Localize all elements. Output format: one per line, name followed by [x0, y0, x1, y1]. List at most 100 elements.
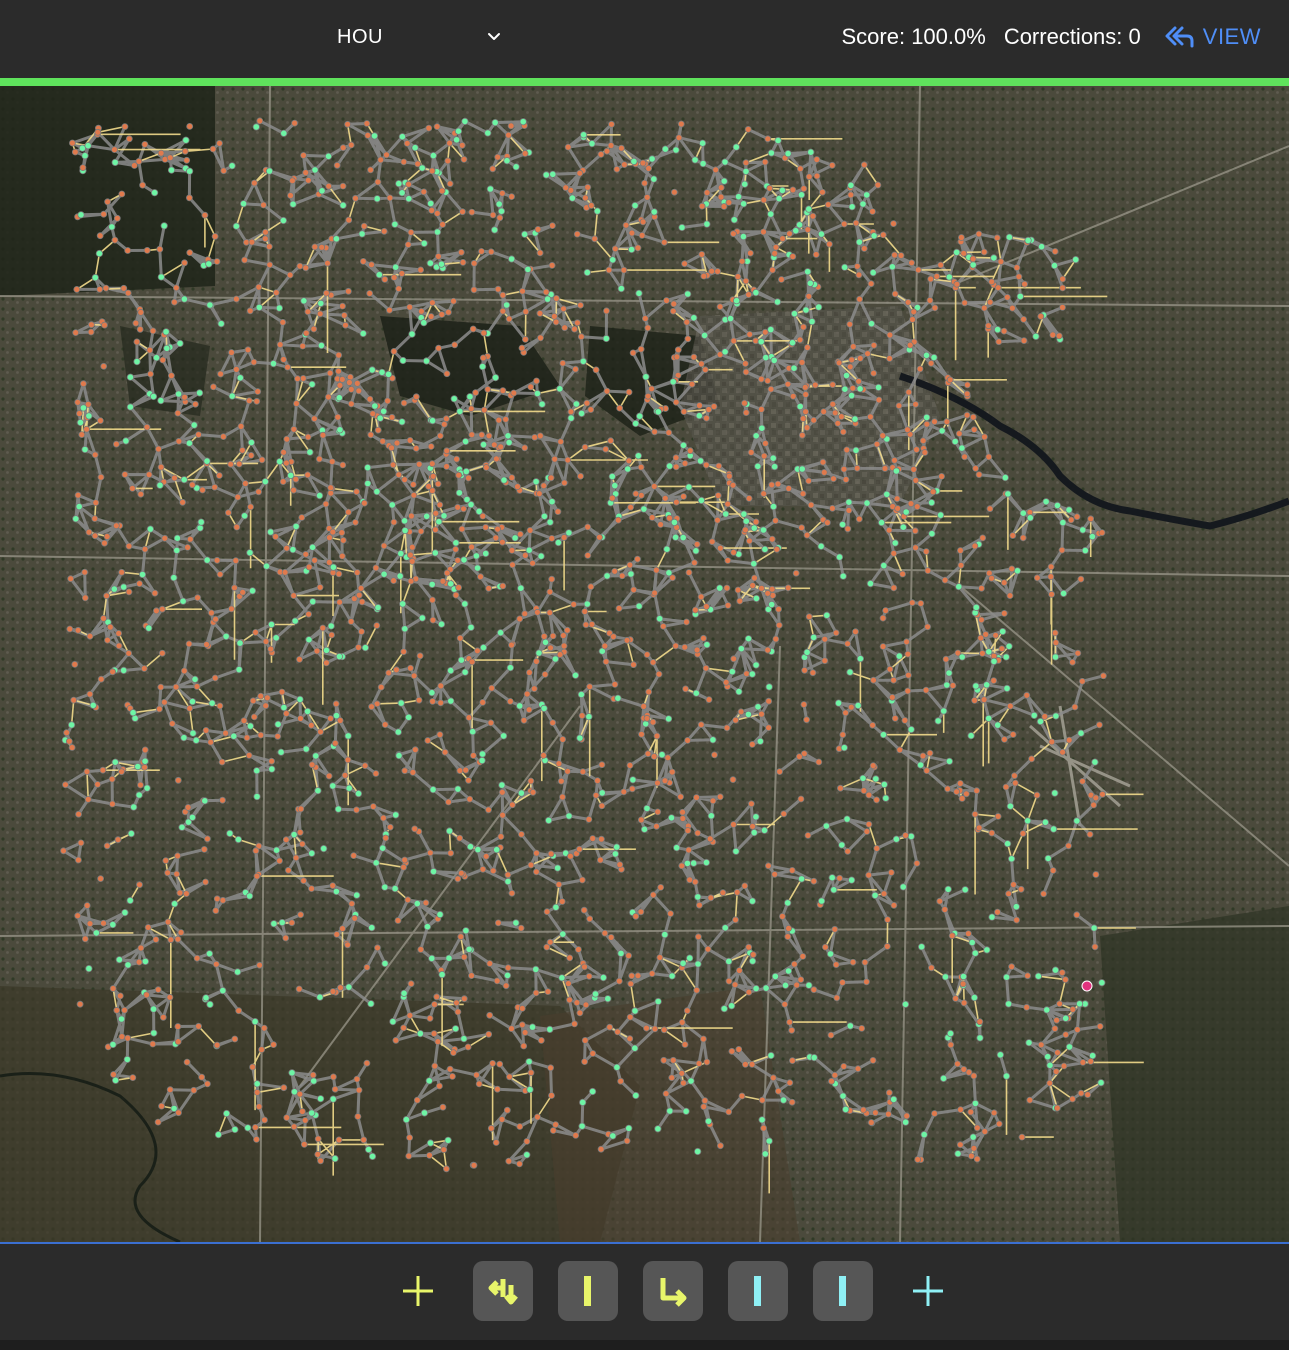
road-node[interactable]	[693, 986, 701, 994]
intersection-node[interactable]	[1013, 567, 1022, 575]
road-node[interactable]	[262, 702, 270, 710]
road-node[interactable]	[1024, 972, 1031, 980]
road-node[interactable]	[908, 599, 916, 607]
road-node[interactable]	[235, 1007, 243, 1015]
road-node[interactable]	[745, 291, 752, 299]
intersection-node[interactable]	[624, 465, 632, 473]
road-node[interactable]	[186, 535, 194, 543]
intersection-node[interactable]	[650, 208, 658, 216]
road-node[interactable]	[497, 833, 505, 840]
road-node[interactable]	[100, 210, 108, 218]
intersection-node[interactable]	[512, 919, 520, 927]
intersection-node[interactable]	[943, 681, 951, 689]
intersection-node[interactable]	[588, 1087, 597, 1096]
road-node[interactable]	[730, 548, 737, 556]
intersection-node[interactable]	[631, 1007, 639, 1015]
road-node[interactable]	[553, 294, 560, 302]
road-node[interactable]	[643, 714, 651, 722]
road-node[interactable]	[233, 523, 241, 531]
intersection-node[interactable]	[420, 239, 428, 247]
road-node[interactable]	[1049, 867, 1057, 874]
road-node[interactable]	[353, 488, 361, 496]
road-node[interactable]	[963, 411, 971, 419]
road-node[interactable]	[508, 889, 516, 897]
intersection-node[interactable]	[484, 129, 492, 137]
road-node[interactable]	[106, 623, 114, 631]
road-node[interactable]	[272, 533, 280, 541]
intersection-node[interactable]	[1081, 546, 1089, 555]
intersection-node[interactable]	[758, 1116, 766, 1124]
road-node[interactable]	[761, 158, 769, 166]
intersection-node[interactable]	[246, 892, 254, 900]
road-node[interactable]	[584, 183, 592, 191]
road-node[interactable]	[462, 766, 470, 774]
road-node[interactable]	[518, 1021, 526, 1029]
road-node[interactable]	[503, 1106, 511, 1114]
road-node[interactable]	[748, 1061, 756, 1068]
road-node[interactable]	[566, 996, 573, 1004]
road-node[interactable]	[813, 156, 821, 163]
road-node[interactable]	[742, 368, 750, 376]
road-node[interactable]	[92, 499, 100, 507]
intersection-node[interactable]	[611, 481, 619, 490]
intersection-node[interactable]	[445, 827, 454, 835]
intersection-node[interactable]	[939, 1074, 948, 1083]
road-node[interactable]	[960, 999, 968, 1007]
intersection-node[interactable]	[372, 859, 380, 867]
road-node[interactable]	[74, 398, 82, 406]
road-node[interactable]	[746, 330, 754, 338]
road-node[interactable]	[729, 481, 737, 489]
road-node[interactable]	[717, 1142, 724, 1150]
road-node[interactable]	[760, 490, 768, 498]
road-node[interactable]	[1062, 976, 1069, 983]
road-node[interactable]	[1067, 516, 1075, 524]
road-node[interactable]	[295, 985, 303, 993]
road-node[interactable]	[499, 811, 507, 819]
road-node[interactable]	[96, 285, 104, 293]
intersection-node[interactable]	[405, 195, 413, 203]
road-node[interactable]	[350, 852, 358, 859]
road-node[interactable]	[548, 261, 556, 269]
road-node[interactable]	[625, 388, 633, 396]
intersection-node[interactable]	[543, 295, 552, 303]
road-node[interactable]	[265, 243, 273, 251]
road-node[interactable]	[887, 869, 895, 876]
road-node[interactable]	[372, 564, 380, 572]
road-node[interactable]	[453, 999, 460, 1007]
intersection-node[interactable]	[437, 260, 446, 268]
intersection-node[interactable]	[598, 789, 606, 797]
road-node[interactable]	[250, 179, 258, 187]
intersection-node[interactable]	[930, 353, 938, 362]
road-node[interactable]	[551, 312, 558, 320]
intersection-node[interactable]	[185, 439, 193, 447]
intersection-node[interactable]	[201, 797, 209, 805]
intersection-node[interactable]	[479, 643, 488, 652]
road-node[interactable]	[386, 306, 393, 314]
road-node[interactable]	[681, 459, 689, 467]
intersection-node[interactable]	[725, 957, 733, 966]
intersection-node[interactable]	[1019, 509, 1027, 517]
road-node[interactable]	[802, 391, 810, 398]
road-node[interactable]	[262, 228, 269, 236]
road-node[interactable]	[1077, 1089, 1085, 1097]
road-node[interactable]	[203, 835, 211, 843]
road-node[interactable]	[863, 828, 871, 835]
road-node[interactable]	[639, 218, 647, 226]
road-node[interactable]	[661, 777, 669, 785]
intersection-node[interactable]	[945, 273, 953, 281]
road-node[interactable]	[366, 395, 374, 403]
intersection-node[interactable]	[602, 334, 610, 343]
intersection-node[interactable]	[990, 254, 998, 262]
intersection-node[interactable]	[374, 603, 382, 612]
road-node[interactable]	[468, 658, 476, 666]
road-node[interactable]	[479, 699, 487, 706]
road-node[interactable]	[290, 425, 298, 433]
intersection-node[interactable]	[462, 467, 470, 476]
road-node[interactable]	[439, 577, 447, 585]
road-node[interactable]	[705, 406, 713, 413]
intersection-node[interactable]	[120, 583, 128, 591]
road-node[interactable]	[407, 980, 415, 988]
road-node[interactable]	[736, 967, 743, 974]
road-node[interactable]	[714, 516, 721, 524]
road-node[interactable]	[296, 1090, 304, 1098]
